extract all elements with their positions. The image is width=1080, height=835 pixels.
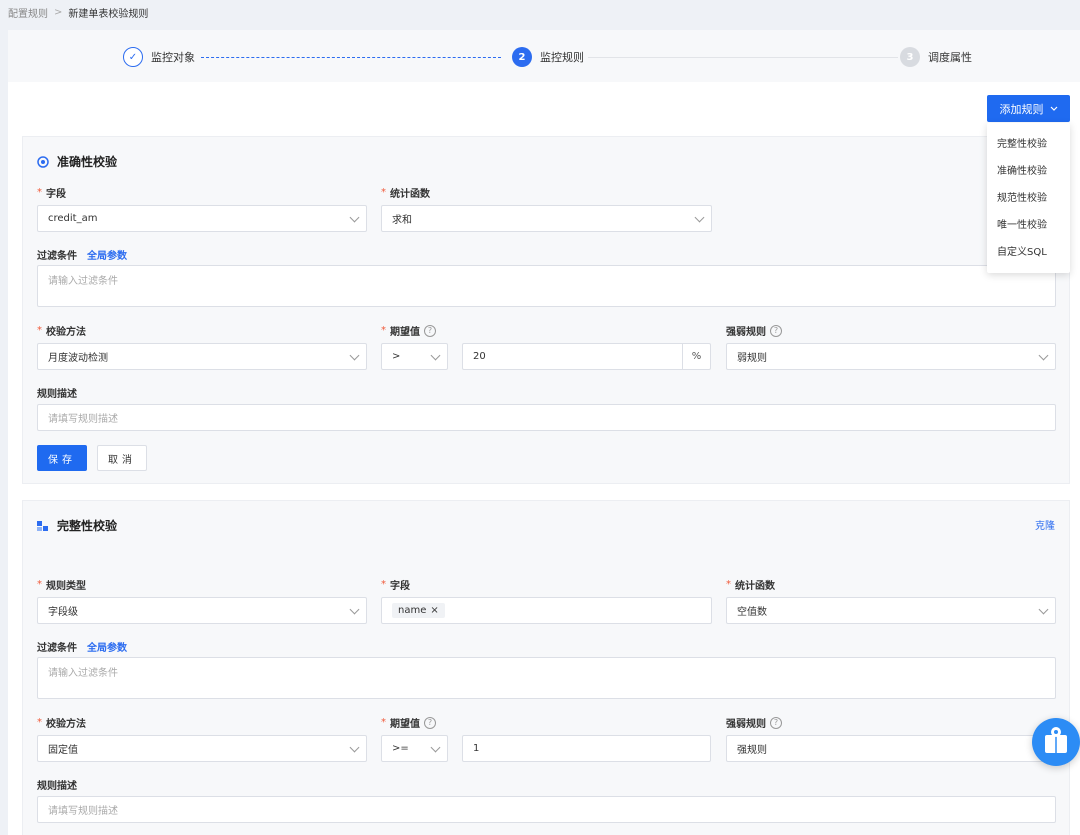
method-select[interactable]: 固定值: [37, 735, 367, 762]
help-icon[interactable]: ?: [424, 324, 436, 337]
field-label: * 字段: [381, 579, 410, 592]
field-multiselect[interactable]: name ×: [381, 597, 712, 624]
field-select[interactable]: credit_am: [37, 205, 367, 232]
step-number: 2: [512, 47, 532, 67]
strength-label: 强弱规则?: [726, 715, 782, 730]
chevron-down-icon: [349, 212, 360, 223]
chevron-down-icon: [1038, 350, 1049, 361]
operator-select[interactable]: >=: [381, 735, 448, 762]
cancel-button[interactable]: 取消: [97, 445, 147, 471]
strength-label: 强弱规则?: [726, 323, 782, 338]
method-label: * 校验方法: [37, 325, 86, 338]
chevron-down-icon: [1050, 106, 1057, 111]
desc-label: 规则描述: [37, 781, 77, 792]
type-select[interactable]: 字段级: [37, 597, 367, 624]
completeness-rule-card: 完整性校验 克隆 * 规则类型 字段级 * 字段 name × * 统计函数 空值数 过…: [22, 500, 1070, 835]
filter-label: 过滤条件 全局参数: [37, 639, 127, 654]
save-button[interactable]: 保存: [37, 445, 87, 471]
step-label: 调度属性: [928, 51, 972, 64]
step-monitor-rule[interactable]: 2 监控规则: [512, 47, 584, 67]
dropdown-item-uniqueness[interactable]: 唯一性校验: [987, 212, 1070, 239]
help-icon[interactable]: ?: [770, 324, 782, 337]
breadcrumb: 配置规则 > 新建单表校验规则: [8, 5, 148, 20]
expect-label: * 期望值?: [381, 715, 436, 730]
method-label: * 校验方法: [37, 717, 86, 730]
assistant-float-icon[interactable]: [1032, 718, 1080, 766]
field-tag: name ×: [392, 603, 445, 618]
steps-bar: ✓ 监控对象 2 监控规则 3 调度属性: [8, 30, 1080, 82]
close-icon[interactable]: ×: [430, 605, 438, 616]
step-label: 监控规则: [540, 51, 584, 64]
blocks-icon: [37, 520, 48, 531]
step-schedule[interactable]: 3 调度属性: [900, 47, 972, 67]
chevron-right-icon: >: [54, 7, 63, 18]
card-title: 准确性校验: [37, 153, 117, 170]
main-panel: ✓ 监控对象 2 监控规则 3 调度属性 添加规则 完整性校验 准确性校验 规范…: [8, 30, 1080, 835]
desc-input[interactable]: 请填写规则描述: [37, 404, 1056, 431]
desc-input[interactable]: 请填写规则描述: [37, 796, 1056, 823]
chevron-down-icon: [349, 350, 360, 361]
card-title-text: 准确性校验: [57, 155, 118, 169]
dropdown-item-standard[interactable]: 规范性校验: [987, 185, 1070, 212]
target-icon: [37, 155, 49, 168]
check-icon: ✓: [123, 47, 143, 67]
step-connector: [201, 57, 501, 58]
filter-textarea[interactable]: 请输入过滤条件: [37, 657, 1056, 699]
add-rule-button[interactable]: 添加规则: [987, 95, 1070, 122]
chevron-down-icon: [349, 604, 360, 615]
dropdown-item-custom-sql[interactable]: 自定义SQL: [987, 239, 1070, 266]
filter-textarea[interactable]: 请输入过滤条件: [37, 265, 1056, 307]
percent-suffix: %: [682, 344, 710, 369]
map-book-icon: [1045, 727, 1067, 753]
chevron-down-icon: [430, 350, 441, 361]
type-label: * 规则类型: [37, 579, 86, 592]
filter-label: 过滤条件 全局参数: [37, 247, 127, 262]
method-select[interactable]: 月度波动检测: [37, 343, 367, 370]
card-title: 完整性校验: [37, 517, 117, 534]
card-title-text: 完整性校验: [57, 519, 118, 533]
func-label: * 统计函数: [726, 579, 775, 592]
global-params-link[interactable]: 全局参数: [87, 247, 127, 262]
field-label: * 字段: [37, 187, 66, 200]
global-params-link[interactable]: 全局参数: [87, 639, 127, 654]
step-monitor-object[interactable]: ✓ 监控对象: [123, 47, 195, 67]
step-connector: [588, 57, 898, 58]
chevron-down-icon: [349, 742, 360, 753]
dropdown-item-accuracy[interactable]: 准确性校验: [987, 158, 1070, 185]
clone-link[interactable]: 克隆: [1035, 517, 1055, 532]
step-label: 监控对象: [151, 51, 195, 64]
strength-select[interactable]: 强规则: [726, 735, 1056, 762]
operator-select[interactable]: >: [381, 343, 448, 370]
func-label: * 统计函数: [381, 187, 430, 200]
help-icon[interactable]: ?: [770, 716, 782, 729]
dropdown-item-completeness[interactable]: 完整性校验: [987, 131, 1070, 158]
chevron-down-icon: [1038, 604, 1049, 615]
accuracy-rule-card: 准确性校验 * 字段 credit_am * 统计函数 求和 过滤条件 全局参数 请输…: [22, 136, 1070, 484]
add-rule-dropdown: 完整性校验 准确性校验 规范性校验 唯一性校验 自定义SQL: [987, 123, 1070, 273]
func-select[interactable]: 空值数: [726, 597, 1056, 624]
breadcrumb-current: 新建单表校验规则: [68, 9, 149, 20]
expect-input[interactable]: 20%: [462, 343, 711, 370]
chevron-down-icon: [430, 742, 441, 753]
expect-input[interactable]: 1: [462, 735, 711, 762]
desc-label: 规则描述: [37, 389, 77, 400]
func-select[interactable]: 求和: [381, 205, 712, 232]
add-rule-label: 添加规则: [999, 102, 1044, 116]
chevron-down-icon: [694, 212, 705, 223]
breadcrumb-parent[interactable]: 配置规则: [8, 5, 48, 20]
strength-select[interactable]: 弱规则: [726, 343, 1056, 370]
expect-label: * 期望值?: [381, 323, 436, 338]
help-icon[interactable]: ?: [424, 716, 436, 729]
step-number: 3: [900, 47, 920, 67]
